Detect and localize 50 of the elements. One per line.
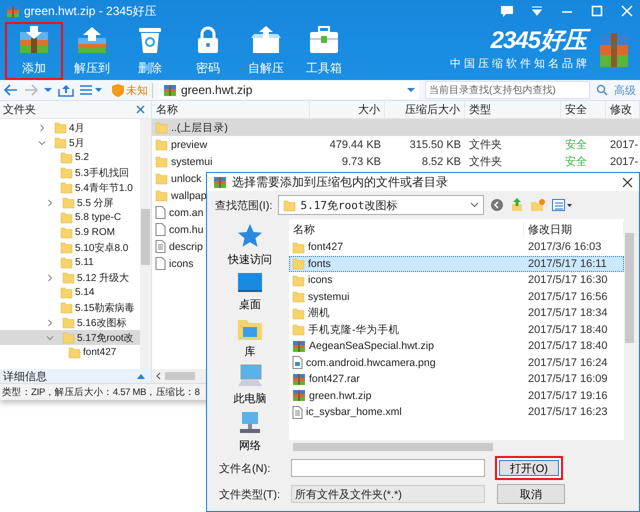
date-cell-text: 2017- xyxy=(609,156,640,168)
file-name: 手机克隆-华为手机 xyxy=(308,322,400,337)
packed-size-cell-text: 8.52 KB xyxy=(420,156,462,168)
date-cell-text: 2017/5/17 16:30 xyxy=(527,274,609,286)
type-cell-text: 文件夹 xyxy=(468,154,503,169)
file-name: 潮机 xyxy=(308,306,330,320)
packed-size-cell-text: 315.50 KB xyxy=(408,138,462,150)
size-cell-text: 479.44 KB xyxy=(328,138,382,150)
date-cell-text: 2017/5/17 16:56 xyxy=(527,290,609,303)
file-name: ..(上层目录) xyxy=(171,120,228,134)
date-cell-text: 2017/5/17 19:16 xyxy=(527,390,609,402)
file-name: com.android.hwcamera.png xyxy=(306,356,436,369)
date-cell-text: 2017/5/17 16:24 xyxy=(527,356,609,369)
size-cell-text: 9.73 KB xyxy=(340,156,382,168)
file-name: descrip xyxy=(169,240,203,252)
date-cell-text: 2017/5/17 16:09 xyxy=(527,373,609,386)
field-label: 文件类型(T): xyxy=(218,488,282,502)
brand-logo-text: 2345好压 xyxy=(490,26,590,56)
file-name: preview xyxy=(171,138,208,150)
dialog-title: 选择需要添加到压缩包内的文件或者目录 xyxy=(232,174,449,190)
date-cell-text: 2017/5/17 16:11 xyxy=(527,258,608,270)
field-label: 文件名(N): xyxy=(218,462,272,476)
type-cell-text: 文件夹 xyxy=(468,138,503,152)
date-cell-text: 2017/5/17 18:34 xyxy=(527,307,609,320)
details-title: 详细信息 xyxy=(3,370,47,384)
pane-title: 文件夹 xyxy=(3,102,36,117)
file-name: wallpap xyxy=(171,190,207,202)
date-cell-text: 2017/5/17 16:23 xyxy=(527,406,609,418)
file-name: font427 xyxy=(308,241,344,254)
file-name: unlock xyxy=(171,172,202,184)
field-label: 查找范围(I): xyxy=(215,198,272,212)
date-cell-text: 2017/5/17 18:40 xyxy=(527,324,609,336)
file-name: com.an xyxy=(169,206,204,218)
file-name: systemui xyxy=(171,156,212,168)
window-title: green.hwt.zip - 2345好压 xyxy=(24,2,158,20)
file-name: icons xyxy=(169,258,194,270)
safety-cell-text: 安全 xyxy=(564,154,588,169)
file-name: systemui xyxy=(308,290,350,303)
brand-slogan: 中国压缩软件知名品牌 xyxy=(450,56,590,71)
file-name: icons xyxy=(308,274,333,286)
date-cell-text: 2017/3/6 16:03 xyxy=(527,241,602,254)
safety-cell-text: 安全 xyxy=(564,138,588,152)
file-name: fonts xyxy=(308,258,331,270)
file-name: AegeanSeaSpecial.hwt.zip xyxy=(309,340,434,352)
file-name: font427.rar xyxy=(309,373,360,386)
file-name: green.hwt.zip xyxy=(309,390,372,402)
file-name: com.hu xyxy=(169,224,204,236)
date-cell-text: 2017- xyxy=(609,138,640,150)
file-name: ic_sysbar_home.xml xyxy=(306,406,402,418)
date-cell-text: 2017/5/17 18:40 xyxy=(527,340,609,352)
